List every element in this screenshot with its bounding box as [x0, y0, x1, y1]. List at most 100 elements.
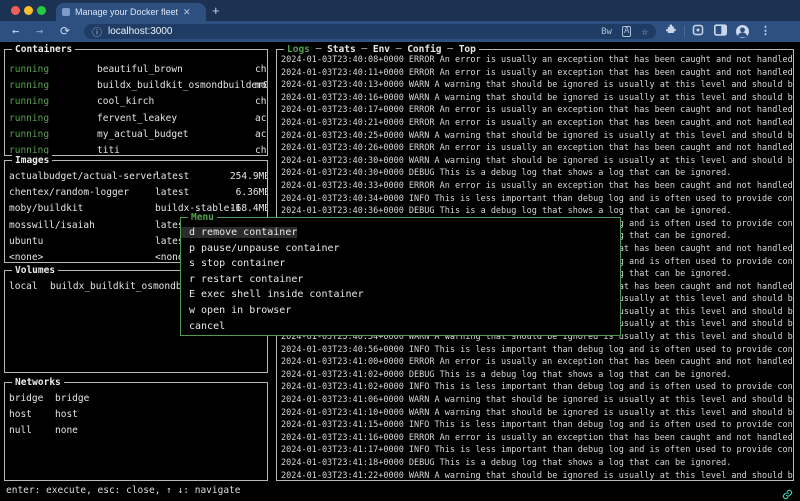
bookmark-star-icon[interactable]: ☆ — [641, 25, 648, 38]
container-row[interactable]: runningcool_kirchchentex/random-logger — [5, 94, 267, 110]
log-line: 2024-01-03T23:41:18+0000 DEBUG This is a… — [281, 457, 793, 470]
forward-icon[interactable]: → — [36, 23, 43, 40]
status-bar: enter: execute, esc: close, ↑ ↓: navigat… — [0, 481, 800, 501]
image-name: <none> — [9, 250, 43, 262]
window-close-button[interactable] — [11, 6, 20, 15]
container-name: buildx_buildkit_osmondbuilder0 — [97, 78, 267, 94]
docker-tui: Containers runningbeautiful_brownchentex… — [0, 42, 800, 501]
log-line: 2024-01-03T23:41:02+0000 INFO This is le… — [281, 381, 793, 394]
menu-item-cancel[interactable]: cancel — [181, 319, 620, 335]
site-info-icon[interactable]: ⓘ — [92, 24, 102, 39]
tab-title: Manage your Docker fleet wi — [75, 7, 179, 17]
translate-icon[interactable]: A — [622, 26, 631, 37]
image-row[interactable]: actualbudget/actual-serverlatest254.9MB — [5, 169, 267, 185]
image-row[interactable]: moby/buildkitbuildx-stable-1168.4MB — [5, 201, 267, 217]
reload-icon[interactable]: ⟳ — [60, 23, 70, 40]
url-text[interactable]: localhost:3000 — [108, 26, 591, 37]
network-row[interactable]: bridgebridge — [5, 391, 267, 407]
image-name: chentex/random-logger — [9, 185, 129, 201]
network-name: null — [9, 423, 32, 439]
container-row[interactable]: runningmy_actual_budgetactualbudget/actu… — [5, 127, 267, 143]
container-row[interactable]: running buildx_buildkit_osmondbuilder0mob… — [5, 78, 267, 94]
container-image: chentex/random-logger — [255, 94, 267, 110]
image-name: actualbudget/actual-server — [9, 169, 158, 185]
log-line: 2024-01-03T23:41:02+0000 DEBUG This is a… — [281, 369, 793, 382]
image-size: 6.36MB — [236, 185, 267, 201]
profile-avatar[interactable] — [736, 25, 749, 38]
log-line: 2024-01-03T23:40:26+0000 ERROR An error … — [281, 142, 793, 155]
network-row[interactable]: host host — [5, 407, 267, 423]
container-name: titi — [97, 143, 120, 155]
image-tag: latest — [155, 169, 189, 185]
network-row[interactable]: null none — [5, 423, 267, 439]
networks-list: bridgebridgehosthostnullnone — [5, 383, 267, 480]
container-status: running — [9, 94, 49, 110]
container-action-menu: Menu d remove containerp pause/unpause c… — [180, 217, 621, 336]
image-name: moby/buildkit — [9, 201, 83, 217]
container-status: running — [9, 62, 49, 78]
browser-menu-icon[interactable]: ⋮ — [760, 24, 771, 37]
menu-item-w[interactable]: w open in browser — [181, 303, 620, 319]
browser-tab[interactable]: Manage your Docker fleet wi ✕ — [56, 3, 206, 21]
image-name: mosswill/isaiah — [9, 218, 95, 234]
menu-item-d[interactable]: d remove container — [181, 227, 297, 238]
tab-favicon-icon — [62, 8, 70, 16]
browser-window: Manage your Docker fleet wi ✕ + ← → ⟳ ⓘ … — [0, 0, 800, 501]
log-line: 2024-01-03T23:41:00+0000 ERROR An error … — [281, 356, 793, 369]
menu-item-p[interactable]: p pause/unpause container — [181, 241, 620, 257]
log-line: 2024-01-03T23:40:30+0000 DEBUG This is a… — [281, 167, 793, 180]
new-tab-button[interactable]: + — [212, 3, 220, 18]
log-line: 2024-01-03T23:41:16+0000 ERROR An error … — [281, 432, 793, 445]
container-image: chentex/random-logger — [255, 143, 267, 155]
window-zoom-button[interactable] — [37, 6, 46, 15]
container-status: running — [9, 111, 49, 127]
window-minimize-button[interactable] — [24, 6, 33, 15]
browser-toolbar: ← → ⟳ ⓘ localhost:3000 Bw A ☆ ⋮ — [0, 21, 800, 42]
log-line: 2024-01-03T23:41:17+0000 INFO This is le… — [281, 444, 793, 457]
network-name: host — [9, 407, 32, 423]
log-line: 2024-01-03T23:40:17+0000 ERROR An error … — [281, 104, 793, 117]
container-status: running — [9, 127, 49, 143]
log-line: 2024-01-03T23:40:16+0000 WARN A warning … — [281, 92, 793, 105]
containers-panel: Containers runningbeautiful_brownchentex… — [4, 49, 268, 156]
menu-item-E[interactable]: E exec shell inside container — [181, 287, 620, 303]
container-name: my_actual_budget — [97, 127, 189, 143]
menu-item-s[interactable]: s stop container — [181, 256, 620, 272]
container-image: moby/buildkit — [255, 78, 267, 94]
log-line: 2024-01-03T23:41:06+0000 WARN A warning … — [281, 394, 793, 407]
log-line: 2024-01-03T23:40:36+0000 DEBUG This is a… — [281, 205, 793, 218]
extension-icon[interactable] — [692, 24, 704, 39]
password-manager-icon[interactable]: Bw — [601, 27, 612, 37]
image-size: 168.4MB — [230, 201, 267, 217]
log-line: 2024-01-03T23:41:22+0000 WARN A warning … — [281, 470, 793, 480]
image-row[interactable]: chentex/random-logger latest 6.36MB — [5, 185, 267, 201]
container-image: actualbudget/actual-server — [255, 111, 267, 127]
container-row[interactable]: runningbeautiful_brownchentex/random-log… — [5, 62, 267, 78]
container-row[interactable]: running fervent_leakey actualbudget/actual… — [5, 111, 267, 127]
address-bar[interactable]: ⓘ localhost:3000 Bw A ☆ — [84, 24, 656, 39]
extensions-puzzle-icon[interactable] — [666, 24, 678, 39]
log-line: 2024-01-03T23:40:56+0000 INFO This is le… — [281, 344, 793, 357]
log-line: 2024-01-03T23:40:33+0000 ERROR An error … — [281, 180, 793, 193]
networks-panel: Networks bridgebridgehosthostnullnone — [4, 382, 268, 481]
side-panel-icon[interactable] — [714, 24, 727, 39]
browser-tabstrip: Manage your Docker fleet wi ✕ + — [0, 0, 800, 21]
log-line: 2024-01-03T23:40:08+0000 ERROR An error … — [281, 54, 793, 67]
menu-item-r[interactable]: r restart container — [181, 272, 620, 288]
container-status: running — [9, 78, 49, 94]
network-driver: none — [55, 423, 78, 439]
tab-close-icon[interactable]: ✕ — [183, 7, 191, 18]
image-name: ubuntu — [9, 234, 43, 250]
log-line: 2024-01-03T23:40:13+0000 WARN A warning … — [281, 79, 793, 92]
log-line: 2024-01-03T23:40:11+0000 ERROR An error … — [281, 67, 793, 80]
log-line: 2024-01-03T23:41:15+0000 INFO This is le… — [281, 419, 793, 432]
keybinding-hints: enter: execute, esc: close, ↑ ↓: navigat… — [6, 481, 241, 500]
network-driver: host — [55, 407, 78, 423]
log-line: 2024-01-03T23:40:30+0000 WARN A warning … — [281, 155, 793, 168]
container-name: fervent_leakey — [97, 111, 177, 127]
container-image: chentex/random-logger — [255, 62, 267, 78]
network-name: bridge — [9, 391, 43, 407]
image-tag: latest — [155, 185, 189, 201]
back-icon[interactable]: ← — [12, 23, 19, 40]
log-line: 2024-01-03T23:40:21+0000 ERROR An error … — [281, 117, 793, 130]
